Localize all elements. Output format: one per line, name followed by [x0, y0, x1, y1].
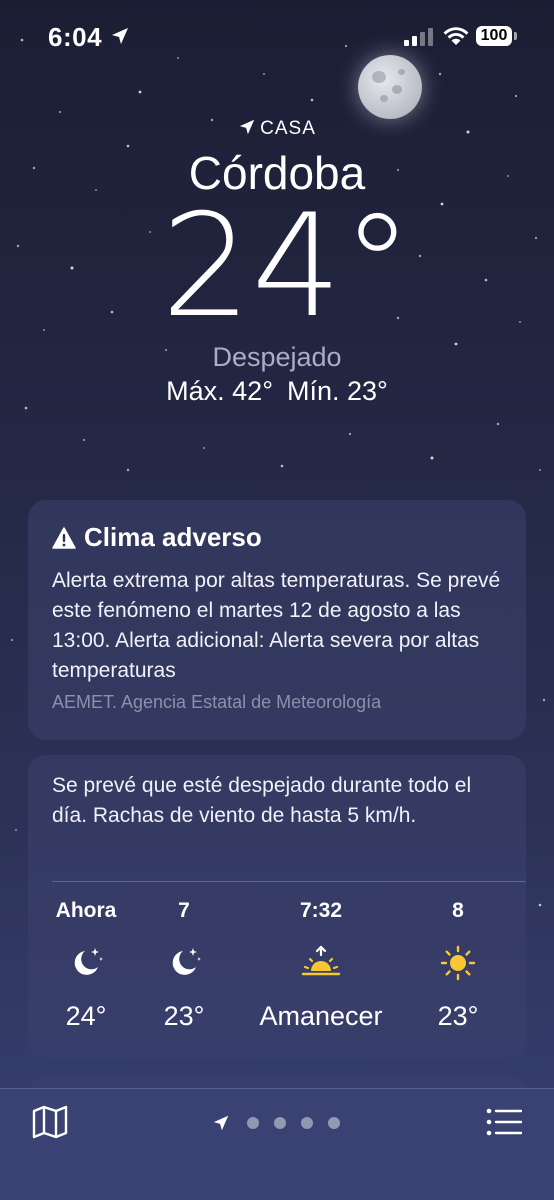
- list-icon[interactable]: [486, 1107, 522, 1137]
- warning-icon: [52, 527, 76, 549]
- page-dot[interactable]: [328, 1117, 340, 1129]
- hour-label: 7: [178, 899, 190, 922]
- location-services-icon: [112, 28, 128, 44]
- status-bar: 6:04 100: [0, 0, 554, 76]
- hourly-forecast-card[interactable]: Se prevé que esté despejado durante todo…: [28, 755, 526, 1058]
- hourly-item: 7:32 Amanecer: [246, 755, 396, 1055]
- status-time: 6:04: [48, 22, 103, 52]
- high-temperature: Máx. 42°: [166, 376, 273, 406]
- hourly-item: 7 23°: [109, 755, 259, 1055]
- cellular-signal-icon: [404, 28, 433, 46]
- location-arrow-icon: [213, 1115, 229, 1131]
- alert-title: Clima adverso: [52, 522, 262, 553]
- page-dot[interactable]: [247, 1117, 259, 1129]
- high-low: Máx. 42° Mín. 23°: [0, 376, 554, 407]
- map-icon[interactable]: [32, 1105, 68, 1139]
- page-dot[interactable]: [274, 1117, 286, 1129]
- moon-image: [358, 55, 422, 119]
- wifi-icon: [443, 27, 469, 45]
- weather-screen: 6:04 100 CASA Córdoba 24° Despejado Máx.…: [0, 0, 554, 1200]
- battery-indicator: 100: [476, 26, 512, 46]
- sunrise-icon: [246, 945, 396, 984]
- current-temperature: 24°: [161, 184, 413, 349]
- alert-title-text: Clima adverso: [84, 522, 262, 552]
- battery-cap: [514, 32, 517, 40]
- hour-label: 7:32: [299, 899, 343, 922]
- sun-icon: [383, 945, 533, 986]
- hour-value: 23°: [437, 1001, 479, 1031]
- bottom-toolbar: [0, 1088, 554, 1200]
- hour-value: Amanecer: [259, 1001, 383, 1031]
- hourly-item: 8 23°: [383, 755, 533, 1055]
- hour-value: 23°: [163, 1001, 205, 1031]
- severe-weather-card[interactable]: Clima adverso Alerta extrema por altas t…: [28, 500, 526, 740]
- hour-label: 8: [452, 899, 464, 922]
- page-dot[interactable]: [301, 1117, 313, 1129]
- condition-text: Despejado: [212, 342, 342, 372]
- location-arrow-icon: [239, 119, 255, 135]
- location-tag-label: CASA: [260, 118, 316, 139]
- low-temperature: Mín. 23°: [287, 376, 388, 406]
- moon-stars-icon: [109, 945, 259, 984]
- alert-description: Alerta extrema por altas temperaturas. S…: [52, 569, 501, 682]
- location-tag: CASA: [0, 118, 554, 140]
- alert-source: AEMET. Agencia Estatal de Meteorología: [52, 692, 382, 712]
